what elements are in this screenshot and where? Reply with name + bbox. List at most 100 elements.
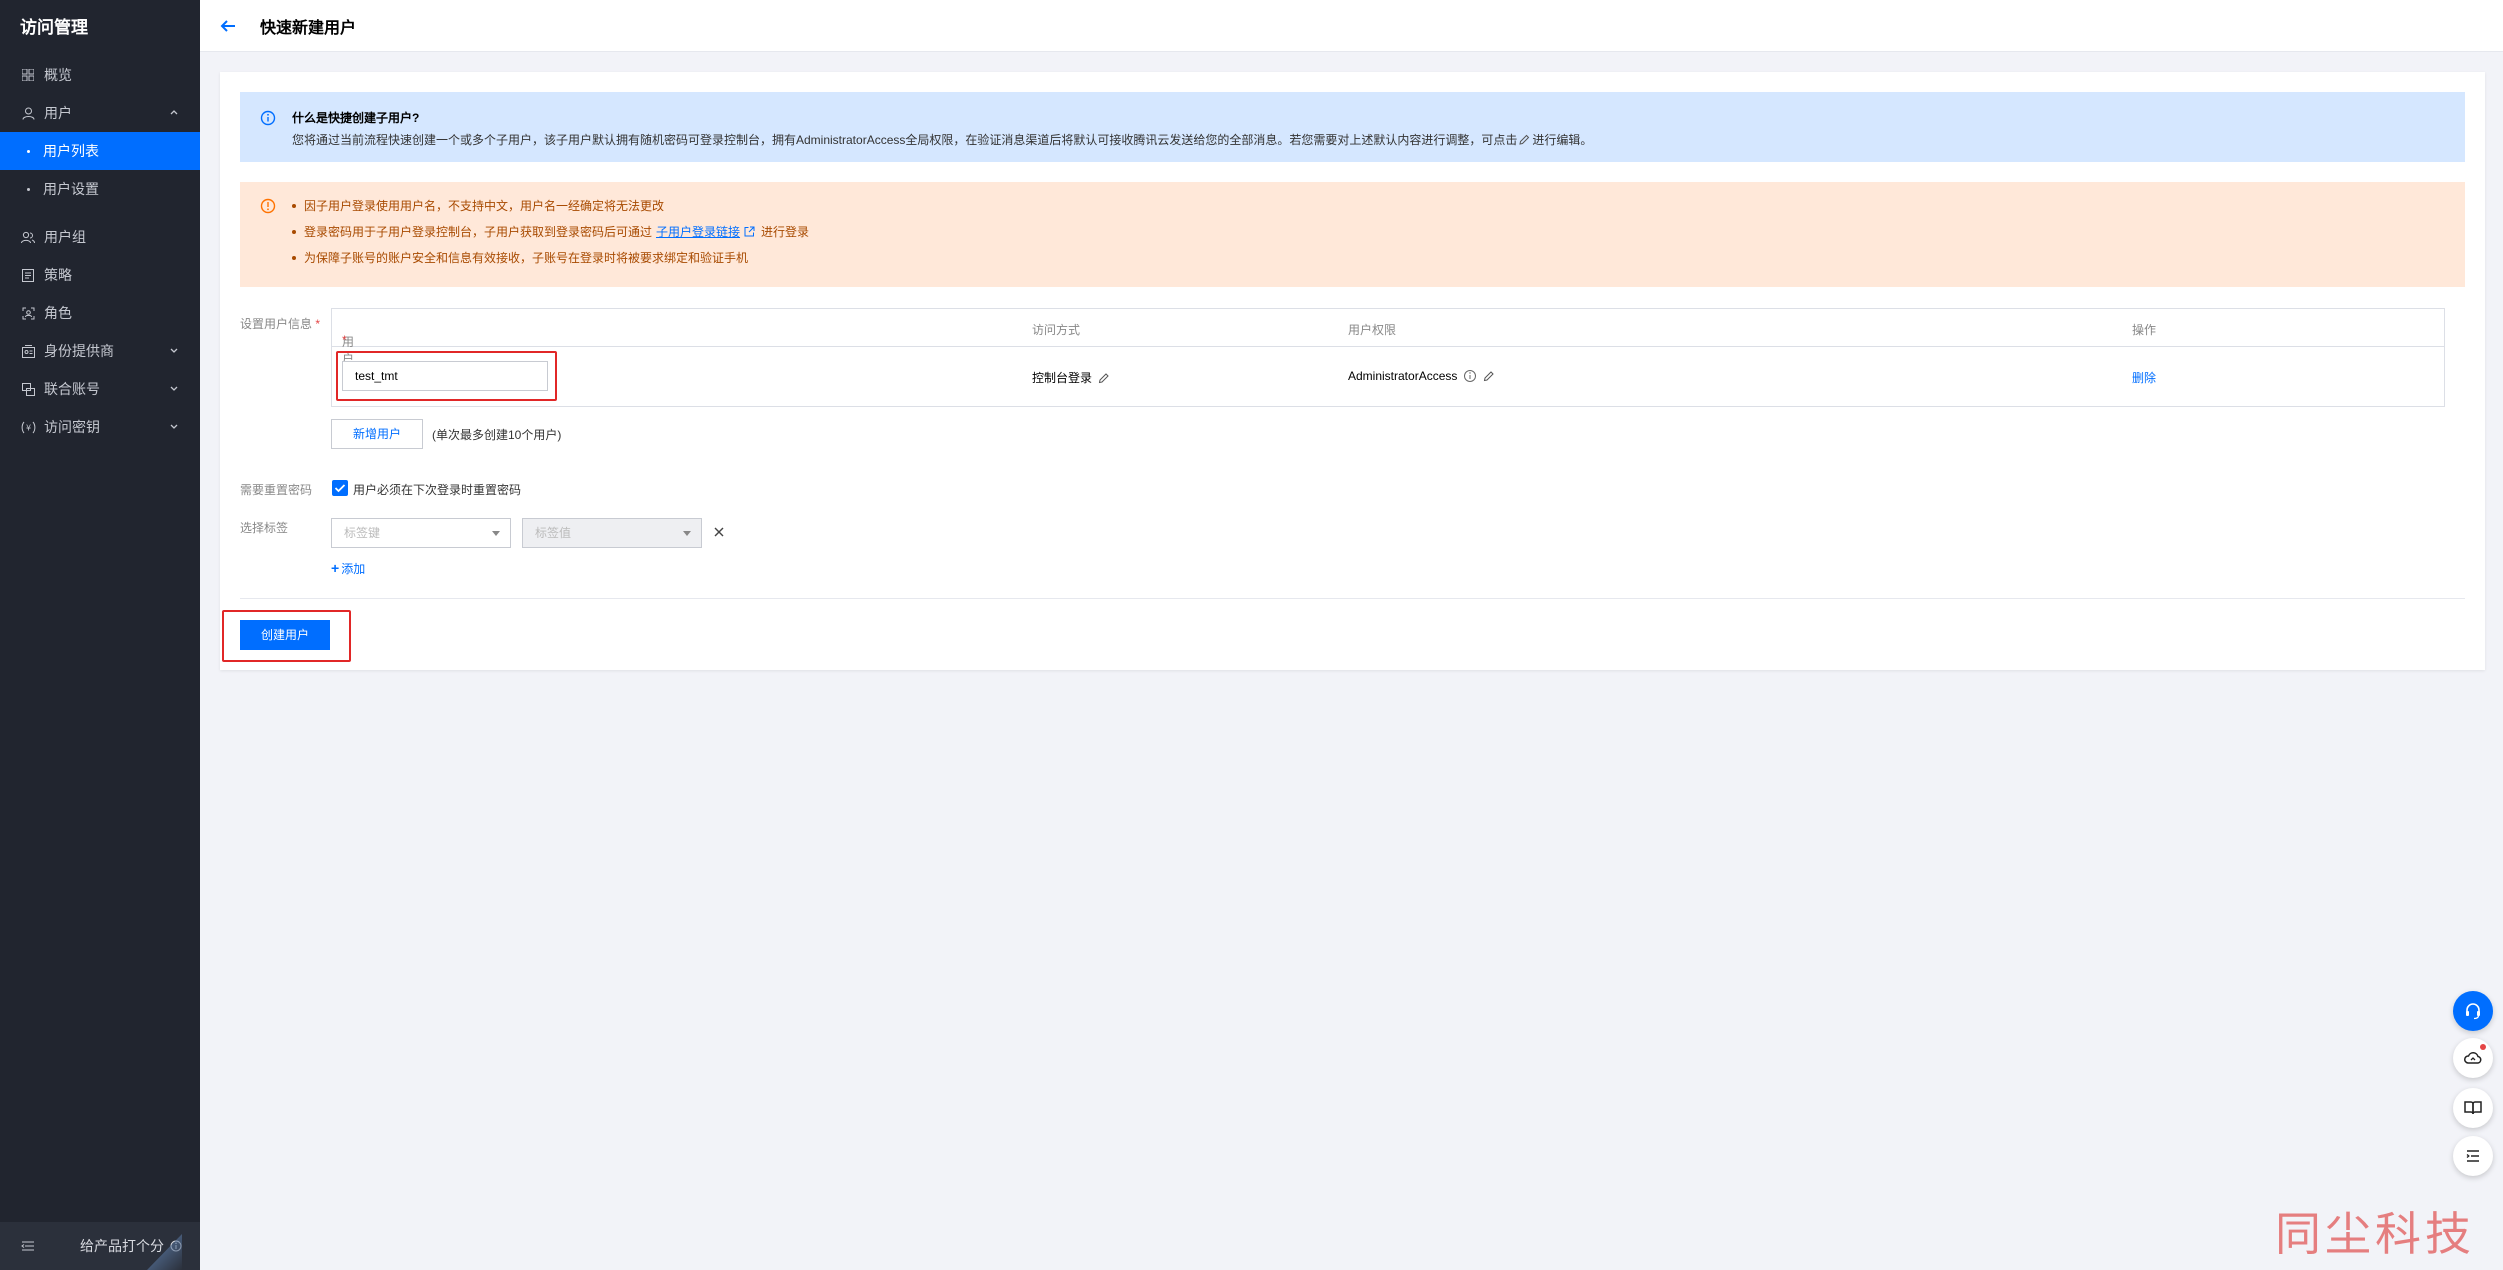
bullet-icon [27,188,30,191]
chevron-down-icon [170,424,178,429]
sidebar-item-label: 身份提供商 [44,343,114,359]
access-cell: 控制台登录 [1032,369,1110,386]
sidebar-item-label: 用户 [44,105,72,121]
sidebar-item-label: 用户组 [44,229,86,245]
warning-notice: 因子用户登录使用用户名，不支持中文，用户名一经确定将无法更改 登录密码用于子用户… [240,182,2465,287]
table-header: 用户名 * 访问方式 用户权限 操作 [332,309,2444,383]
edit-pencil-icon[interactable] [1098,372,1110,384]
access-text: 控制台登录 [1032,371,1093,385]
federated-account-icon [20,381,36,397]
column-header-action: 操作 [2132,323,2157,337]
sidebar-item-label: 访问密钥 [44,419,100,435]
info-description-text-end: 进行编辑。 [1532,133,1593,147]
user-info-label-text: 设置用户信息 [240,317,313,331]
plus-icon: + [331,560,340,576]
column-header-permission: 用户权限 [1348,323,1397,337]
sidebar-item-identity-providers[interactable]: 身份提供商 [0,332,200,370]
info-description: 您将通过当前流程快速创建一个或多个子用户，该子用户默认拥有随机密码可登录控制台，… [292,131,1592,148]
reset-password-checkbox-label[interactable]: 用户必须在下次登录时重置密码 [353,481,521,498]
user-group-icon [20,229,36,245]
sidebar-item-roles[interactable]: 角色 [0,294,200,332]
remove-tag-icon[interactable] [712,525,726,539]
back-arrow-icon[interactable] [218,16,238,36]
rate-product-link[interactable]: 给产品打个分 [80,1236,164,1256]
sidebar-footer: 给产品打个分 [0,1222,200,1270]
required-mark: * [315,317,321,331]
grid-icon [20,67,36,83]
user-info-label: 设置用户信息 * [240,315,320,332]
caret-down-icon [683,531,691,536]
sidebar-item-user-groups[interactable]: 用户组 [0,218,200,256]
headset-icon [2466,1003,2480,1020]
reset-password-label: 需要重置密码 [240,483,313,497]
sidebar-item-label: 角色 [44,305,72,321]
warning-circle-icon [260,198,276,214]
warning-item-text: 进行登录 [761,225,810,239]
book-icon [2464,1101,2482,1115]
reset-password-checkbox[interactable] [332,480,348,496]
sidebar: 访问管理 概览 用户 用户列表 用户设置 用户组 策略 角色 身份提供商 联合账… [0,0,200,1270]
user-table: 用户名 * 访问方式 用户权限 操作 test_tmt 控制台登录 Admini… [331,308,2445,407]
documentation-button[interactable] [2453,1088,2493,1128]
info-notice: 什么是快捷创建子用户? 您将通过当前流程快速创建一个或多个子用户，该子用户默认拥… [240,92,2465,162]
tag-value-select[interactable]: 标签值 [522,518,702,548]
permission-text: AdministratorAccess [1348,369,1458,383]
info-circle-icon[interactable] [1463,369,1477,383]
sidebar-item-users[interactable]: 用户 [0,94,200,132]
highlight-box-create-button [222,610,351,662]
page-title: 快速新建用户 [260,19,357,37]
add-user-button[interactable]: 新增用户 [331,419,423,449]
add-tag-link[interactable]: + 添加 [331,560,365,577]
tags-label: 选择标签 [240,521,289,535]
sidebar-item-federated-accounts[interactable]: 联合账号 [0,370,200,408]
tag-value-placeholder: 标签值 [535,526,572,540]
create-user-card: 什么是快捷创建子用户? 您将通过当前流程快速创建一个或多个子用户，该子用户默认拥… [220,72,2485,670]
warning-list: 因子用户登录使用用户名，不支持中文，用户名一经确定将无法更改 登录密码用于子用户… [292,196,809,274]
info-title: 什么是快捷创建子用户? [292,111,420,125]
warning-item-text: 登录密码用于子用户登录控制台，子用户获取到登录密码后可通过 [304,225,653,239]
edit-pencil-icon[interactable] [1519,134,1530,145]
sidebar-item-overview[interactable]: 概览 [0,56,200,94]
access-key-icon: ¥ [20,419,36,435]
svg-text:¥: ¥ [25,423,30,432]
sidebar-item-access-keys[interactable]: ¥ 访问密钥 [0,408,200,446]
permission-cell: AdministratorAccess [1348,369,1495,383]
cloud-bell-icon [2464,1052,2482,1064]
sidebar-title: 访问管理 [20,18,88,37]
sub-user-login-link[interactable]: 子用户登录链接 [656,225,740,239]
tag-key-placeholder: 标签键 [344,526,381,540]
task-list-button[interactable] [2453,1136,2493,1176]
checkmark-icon [334,484,346,493]
required-mark: * [342,333,347,347]
top-bar: 快速新建用户 [200,0,2503,52]
external-link-icon[interactable] [744,226,755,237]
notification-dot [2480,1044,2486,1050]
sidebar-subitem-label: 用户设置 [43,181,99,197]
caret-down-icon [492,531,500,536]
customer-service-button[interactable] [2453,991,2493,1031]
user-icon [20,105,36,121]
add-user-hint: (单次最多创建10个用户) [432,428,562,442]
divider [240,598,2465,599]
edit-pencil-icon[interactable] [1483,370,1495,382]
cloud-notification-button[interactable] [2453,1038,2493,1078]
sidebar-item-label: 联合账号 [44,381,100,397]
tag-key-select[interactable]: 标签键 [331,518,511,548]
sidebar-subitem-user-list[interactable]: 用户列表 [0,132,200,170]
sidebar-subitem-label: 用户列表 [43,143,99,159]
role-icon [20,305,36,321]
collapse-menu-icon[interactable] [20,1238,36,1254]
sidebar-item-policies[interactable]: 策略 [0,256,200,294]
column-header-access: 访问方式 [1032,323,1081,337]
list-icon [2466,1150,2479,1162]
bullet-icon [27,150,30,153]
info-circle-icon [260,110,276,126]
chevron-down-icon [170,386,178,391]
table-row: test_tmt 控制台登录 AdministratorAccess 删除 [332,347,2444,406]
warning-item: 为保障子账号的账户安全和信息有效接收，子账号在登录时将被要求绑定和验证手机 [292,248,809,274]
sidebar-item-label: 概览 [44,67,72,83]
delete-row-link[interactable]: 删除 [2132,369,2156,386]
sidebar-item-label: 策略 [44,267,72,283]
sidebar-subitem-user-settings[interactable]: 用户设置 [0,170,200,208]
warning-item: 因子用户登录使用用户名，不支持中文，用户名一经确定将无法更改 [292,196,809,222]
